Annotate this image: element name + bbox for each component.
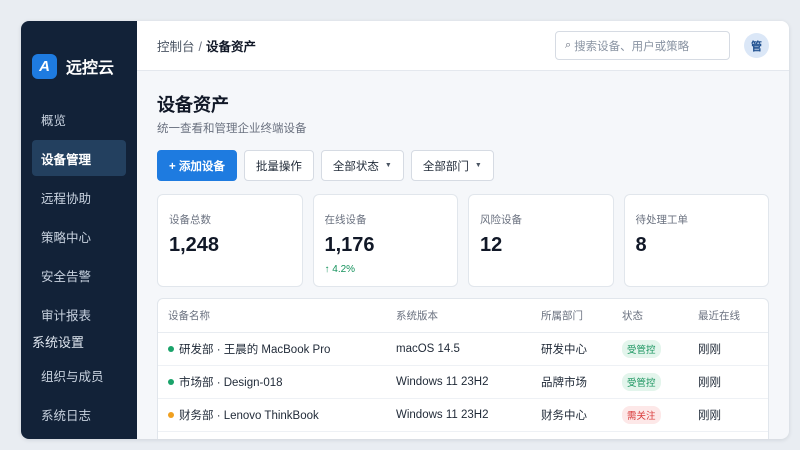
table-row[interactable]: 财务部 · Lenovo ThinkBook Windows 11 23H2 财务中… [158, 399, 768, 432]
content: 设备资产 统一查看和管理企业终端设备 + 添加设备 批量操作 全部状态 ▼ 全部部… [157, 71, 769, 439]
brand[interactable]: A 远控云 [21, 47, 137, 85]
breadcrumb-root[interactable]: 控制台 [157, 40, 195, 54]
status-dot-icon [168, 346, 174, 352]
action-bar: + 添加设备 批量操作 全部状态 ▼ 全部部门 ▼ [157, 150, 769, 181]
stat-card-pending-tickets: 待处理工单 8 [623, 194, 769, 287]
sidebar-item-label: 审计报表 [41, 308, 92, 323]
sidebar-item-label: 概览 [41, 113, 67, 128]
sidebar-item-label: 远程协助 [41, 191, 92, 206]
breadcrumb-current: 设备资产 [206, 40, 257, 54]
sidebar-item-security-alerts[interactable]: 安全告警 [32, 257, 126, 293]
brand-logo-icon: A [32, 53, 57, 79]
status-filter-label: 全部状态 [332, 160, 379, 173]
cell-last-online: 刚刚 [698, 410, 721, 422]
stat-card-risk-devices: 风险设备 12 [468, 194, 614, 287]
cell-status: 受管控 [622, 373, 698, 391]
cell-department: 财务中心 [541, 410, 587, 422]
table-row[interactable]: 研发部 · 王晨的 MacBook Pro macOS 14.5 研发中心 受管控 刚刚 [158, 333, 768, 366]
sidebar-item-remote-assist[interactable]: 远程协助 [32, 179, 126, 215]
brand-name: 远控云 [66, 60, 115, 77]
sidebar-nav: 概览 设备管理 远程协助 策略中心 安全告警 审计报表 系统设置 组织与成员 系… [21, 101, 137, 435]
cell-department: 研发中心 [541, 344, 587, 356]
avatar[interactable]: 管 [744, 33, 769, 58]
status-dot-icon [168, 379, 174, 385]
search-icon: ⌕ [565, 39, 572, 51]
cell-device-name: 财务部 · Lenovo ThinkBook [158, 407, 396, 423]
search-placeholder: 搜索设备、用户或策略 [574, 40, 690, 53]
table-body: 研发部 · 王晨的 MacBook Pro macOS 14.5 研发中心 受管控 刚刚… [158, 333, 768, 432]
status-dot-icon [168, 412, 174, 418]
device-name[interactable]: 市场部 · Design-018 [179, 374, 283, 390]
cell-device-name: 研发部 · 王晨的 MacBook Pro [158, 341, 396, 357]
page-subtitle: 统一查看和管理企业终端设备 [157, 123, 307, 135]
cell-last-online: 刚刚 [698, 344, 721, 356]
cell-status: 需关注 [622, 406, 698, 424]
stat-label: 设备总数 [169, 214, 211, 226]
cell-status: 受管控 [622, 340, 698, 358]
sidebar-item-label: 安全告警 [41, 269, 92, 284]
department-filter-label: 全部部门 [422, 160, 469, 173]
department-filter-dropdown[interactable]: 全部部门 ▼ [410, 150, 494, 181]
table-header: 设备名称 系统版本 所属部门 状态 最近在线 [158, 299, 768, 333]
chevron-down-icon: ▼ [474, 162, 482, 169]
stat-value: 1,176 [324, 234, 375, 256]
top-bar: 控制台 / 设备资产 ⌕ 搜索设备、用户或策略 管 [137, 21, 789, 71]
column-header-last-online[interactable]: 最近在线 [698, 308, 758, 323]
stat-card-total-devices: 设备总数 1,248 [157, 194, 303, 287]
app-window: A 远控云 概览 设备管理 远程协助 策略中心 安全告警 审计报表 系统设置 组… [21, 21, 789, 439]
column-header-status[interactable]: 状态 [622, 308, 698, 323]
sidebar-item-overview[interactable]: 概览 [32, 101, 126, 137]
status-badge: 受管控 [622, 373, 661, 391]
stat-value: 1,248 [169, 234, 220, 256]
sidebar-item-label: 设备管理 [41, 152, 92, 167]
sidebar-item-label: 策略中心 [41, 230, 92, 245]
page-title: 设备资产 [157, 95, 229, 115]
search-input[interactable]: ⌕ 搜索设备、用户或策略 [555, 31, 730, 60]
stat-label: 在线设备 [324, 214, 367, 226]
stat-label: 待处理工单 [635, 214, 689, 226]
batch-operation-button[interactable]: 批量操作 [243, 150, 314, 181]
sidebar-item-org-members[interactable]: 组织与成员 [32, 357, 126, 393]
sidebar-item-devices[interactable]: 设备管理 [32, 140, 126, 176]
stat-value: 12 [480, 234, 503, 256]
column-header-os[interactable]: 系统版本 [396, 308, 541, 323]
device-name[interactable]: 财务部 · Lenovo ThinkBook [179, 407, 319, 423]
sidebar-item-label: 系统日志 [41, 408, 92, 423]
stat-trend: ↑ 4.2% [324, 264, 356, 275]
sidebar-item-label: 组织与成员 [41, 369, 104, 384]
cell-os: Windows 11 23H2 [396, 376, 489, 388]
sidebar-item-policy[interactable]: 策略中心 [32, 218, 126, 254]
breadcrumb: 控制台 / 设备资产 [157, 36, 256, 55]
device-name[interactable]: 研发部 · 王晨的 MacBook Pro [179, 341, 330, 357]
stats-row: 设备总数 1,248 在线设备 1,176 ↑ 4.2% 风险设备 12 待处理… [157, 194, 769, 287]
table-row[interactable]: 市场部 · Design-018 Windows 11 23H2 品牌市场 受管控 刚刚 [158, 366, 768, 399]
cell-last-online: 刚刚 [698, 377, 721, 389]
device-table: 设备名称 系统版本 所属部门 状态 最近在线 研发部 · 王晨的 MacBook… [157, 298, 769, 439]
stat-card-online-devices: 在线设备 1,176 ↑ 4.2% [312, 194, 458, 287]
sidebar-group-system-settings: 系统设置 [32, 334, 85, 350]
status-filter-dropdown[interactable]: 全部状态 ▼ [320, 150, 404, 181]
cell-device-name: 市场部 · Design-018 [158, 374, 396, 390]
column-header-department[interactable]: 所属部门 [541, 308, 622, 323]
status-badge: 需关注 [622, 406, 661, 424]
chevron-down-icon: ▼ [384, 162, 392, 169]
column-header-device-name[interactable]: 设备名称 [158, 308, 396, 323]
stat-label: 风险设备 [480, 214, 522, 226]
add-device-button[interactable]: + 添加设备 [157, 150, 237, 181]
status-badge: 受管控 [622, 340, 661, 358]
stat-value: 8 [635, 234, 647, 256]
main-area: 控制台 / 设备资产 ⌕ 搜索设备、用户或策略 管 设备资产 统一查看和管理企业终端… [137, 21, 789, 439]
sidebar: A 远控云 概览 设备管理 远程协助 策略中心 安全告警 审计报表 系统设置 组… [21, 21, 137, 439]
sidebar-item-system-logs[interactable]: 系统日志 [32, 396, 126, 432]
cell-os: macOS 14.5 [396, 343, 460, 355]
cell-os: Windows 11 23H2 [396, 409, 489, 421]
cell-department: 品牌市场 [541, 377, 587, 389]
breadcrumb-separator: / [198, 40, 202, 54]
